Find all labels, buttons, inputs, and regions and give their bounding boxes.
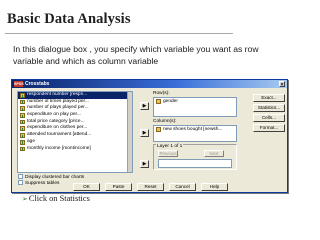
instruction-bullet: ➢Click on Statistics bbox=[22, 194, 90, 204]
previous-button[interactable]: Previous bbox=[158, 150, 178, 157]
variable-label: age bbox=[27, 138, 36, 144]
exact-button[interactable]: Exact... bbox=[253, 94, 285, 102]
suppress-tables-checkbox[interactable]: Suppress tables bbox=[18, 180, 59, 187]
variable-icon bbox=[20, 93, 25, 98]
columns-box[interactable]: new shoes bought [newsh... bbox=[153, 125, 237, 142]
variable-label: attended tournament [attend... bbox=[27, 132, 92, 138]
instruction-text: Click on Statistics bbox=[28, 194, 90, 203]
cells-button[interactable]: Cells... bbox=[253, 114, 285, 122]
variable-icon bbox=[20, 119, 25, 125]
columns-label: Column(s): bbox=[153, 119, 177, 124]
checkbox-label: Suppress tables bbox=[25, 181, 60, 186]
variable-icon bbox=[20, 113, 25, 118]
layer-group: Layer 1 of 1 Previous Next bbox=[153, 144, 237, 170]
ok-button[interactable]: OK bbox=[73, 183, 100, 191]
variable-item[interactable]: respondent number [respn... bbox=[18, 92, 132, 99]
variable-label: number of times played per... bbox=[27, 98, 89, 104]
variable-label: monthly income [montincome] bbox=[27, 145, 91, 151]
variable-label: expenditure on play per... bbox=[27, 112, 81, 118]
checkbox-box[interactable] bbox=[18, 180, 23, 185]
arrow-right-icon: ▶ bbox=[142, 103, 147, 109]
layer-label: Layer 1 of 1 bbox=[156, 144, 184, 149]
arrow-right-icon: ▶ bbox=[142, 130, 147, 136]
variable-label: number of plays played per... bbox=[27, 105, 89, 111]
layer-box[interactable] bbox=[158, 159, 232, 168]
cancel-button[interactable]: Cancel bbox=[169, 183, 196, 191]
columns-item[interactable]: new shoes bought [newsh... bbox=[154, 126, 236, 133]
reset-button[interactable]: Reset bbox=[137, 183, 164, 191]
rows-box[interactable]: gender bbox=[153, 97, 237, 117]
variable-list-scrollbar[interactable] bbox=[127, 92, 132, 172]
statistics-button[interactable]: Statistics... bbox=[253, 104, 285, 112]
dialog-title: Crosstabs bbox=[25, 81, 50, 87]
next-button[interactable]: Next bbox=[204, 150, 224, 157]
rows-label: Row(s): bbox=[153, 91, 170, 96]
variable-icon bbox=[20, 106, 25, 112]
bullet-arrow-icon: ➢ bbox=[22, 195, 28, 203]
rows-item-label: gender bbox=[163, 99, 178, 104]
rows-item[interactable]: gender bbox=[154, 98, 236, 105]
columns-item-label: new shoes bought [newsh... bbox=[163, 127, 223, 132]
variable-item[interactable]: age bbox=[18, 139, 132, 146]
variable-icon bbox=[20, 139, 25, 145]
variable-item[interactable]: monthly income [montincome] bbox=[18, 146, 132, 153]
format-button[interactable]: Format... bbox=[253, 124, 285, 132]
spss-app-icon: SPSS bbox=[14, 81, 24, 87]
dialog-titlebar: SPSS Crosstabs × bbox=[12, 80, 287, 88]
variable-icon bbox=[156, 99, 161, 104]
close-icon[interactable]: × bbox=[279, 81, 285, 88]
variable-icon bbox=[20, 146, 25, 152]
variable-item[interactable]: attended tournament [attend... bbox=[18, 132, 132, 139]
help-button[interactable]: Help bbox=[201, 183, 228, 191]
crosstabs-dialog: SPSS Crosstabs × respondent number [resp… bbox=[11, 79, 288, 193]
intro-text: In this dialogue box , you specify which… bbox=[13, 44, 259, 66]
variable-item[interactable]: expenditure on play per... bbox=[18, 112, 132, 119]
variable-label: respondent number [respn... bbox=[27, 92, 88, 97]
variable-list[interactable]: respondent number [respn... number of ti… bbox=[17, 91, 133, 173]
move-to-layer-button[interactable]: ▶ bbox=[140, 160, 149, 168]
variable-icon bbox=[156, 127, 161, 132]
checkbox-box[interactable] bbox=[18, 174, 23, 179]
variable-icon bbox=[20, 133, 25, 138]
variable-icon bbox=[20, 126, 25, 132]
variable-label: total price category [price... bbox=[27, 118, 85, 124]
slide-title: Basic Data Analysis bbox=[7, 11, 131, 27]
title-divider bbox=[5, 33, 233, 34]
paste-button[interactable]: Paste bbox=[105, 183, 132, 191]
arrow-right-icon: ▶ bbox=[142, 161, 147, 167]
variable-label: expenditure on clothes per... bbox=[27, 125, 88, 131]
move-to-rows-button[interactable]: ▶ bbox=[140, 102, 149, 110]
move-to-columns-button[interactable]: ▶ bbox=[140, 129, 149, 137]
variable-icon bbox=[20, 99, 25, 105]
